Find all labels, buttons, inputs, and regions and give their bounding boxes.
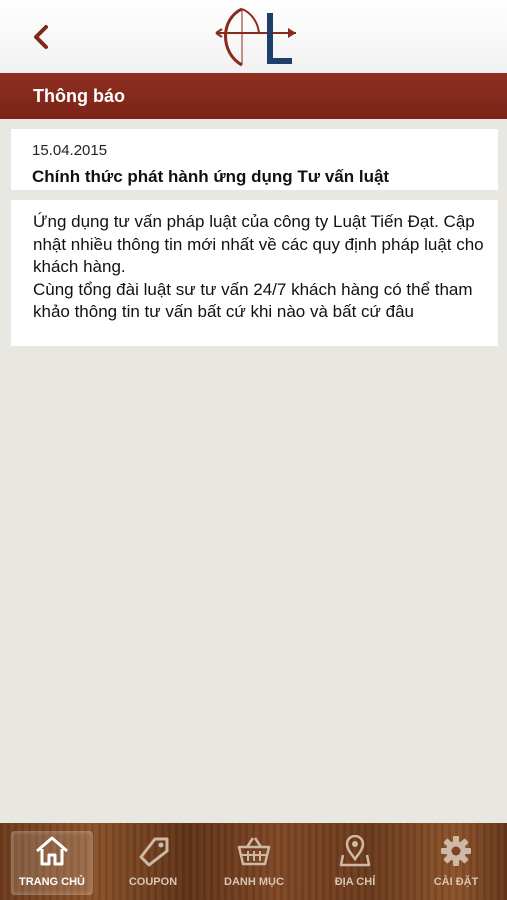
notification-header-card: 15.04.2015 Chính thức phát hành ứng dụng… [11,129,498,190]
page-title: Thông báo [33,86,125,106]
tab-home-label: TRANG CHỦ [19,876,85,888]
tab-settings-label: CÀI ĐẶT [433,876,479,888]
gear-icon [441,836,471,866]
tab-category-label: DANH MỤC [224,876,284,888]
chevron-left-icon [34,25,48,49]
map-pin-icon [339,835,371,867]
bottom-tab-bar: TRANG CHỦ COUPON DANH MỤC ĐỊA CHỈ CÀI ĐẶ… [0,823,507,900]
app-header [0,0,507,73]
notification-title: Chính thức phát hành ứng dụng Tư vấn luậ… [32,167,390,186]
tab-settings[interactable]: CÀI ĐẶT [415,831,497,895]
bow-arrow-logo-icon [215,7,296,67]
notification-date: 15.04.2015 [32,142,108,159]
tab-category[interactable]: DANH MỤC [213,831,295,895]
tab-home[interactable]: TRANG CHỦ [11,831,93,895]
back-button[interactable] [28,20,54,54]
tab-address[interactable]: ĐỊA CHỈ [314,831,396,895]
notification-body-card: Ứng dụng tư vấn pháp luật của công ty Lu… [11,200,498,346]
home-icon [36,836,68,866]
page-title-bar: Thông báo [0,73,507,119]
basket-icon [237,837,271,866]
notification-body: Ứng dụng tư vấn pháp luật của công ty Lu… [33,212,484,321]
tab-coupon[interactable]: COUPON [112,831,194,895]
tab-address-label: ĐỊA CHỈ [334,876,376,888]
tag-icon [139,837,169,867]
tab-coupon-label: COUPON [128,876,178,888]
